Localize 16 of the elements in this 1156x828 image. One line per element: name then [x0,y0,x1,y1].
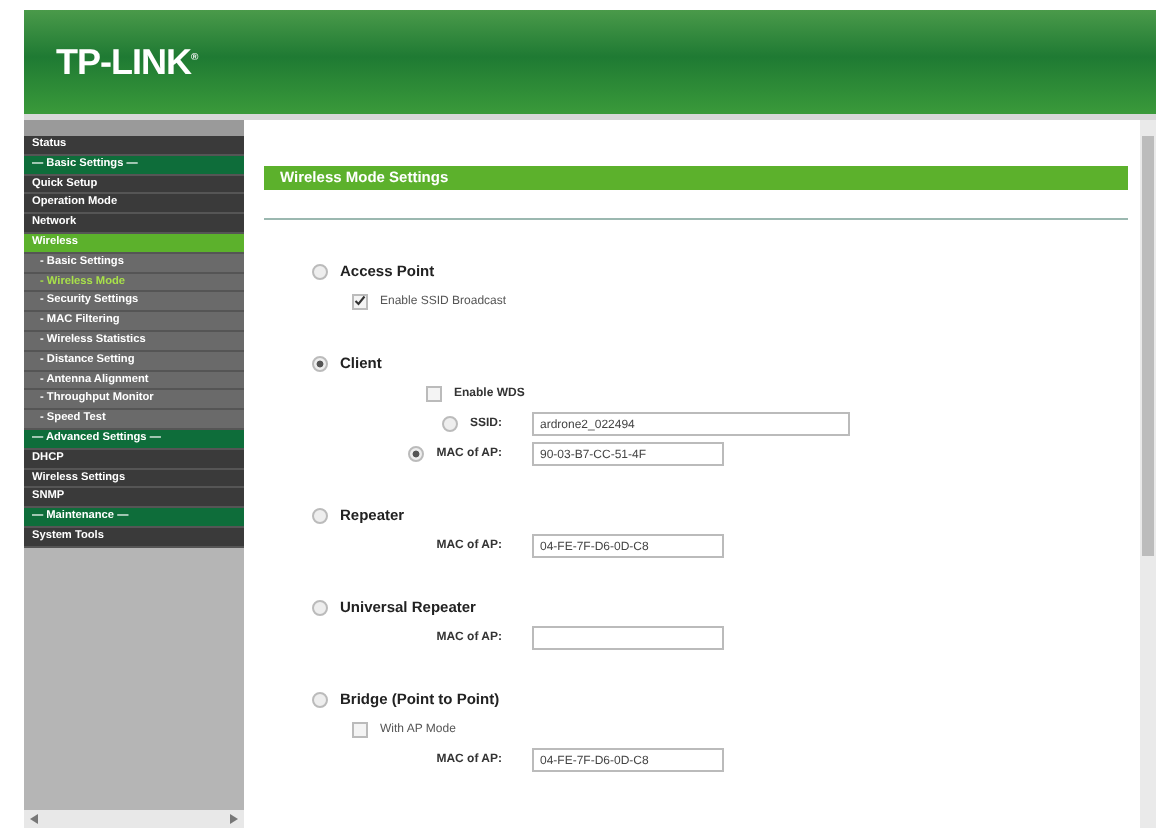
checkbox[interactable] [426,385,442,401]
radio-button[interactable] [312,507,328,523]
radio-button[interactable] [441,415,458,431]
scroll-right-icon[interactable] [230,814,238,824]
vertical-scrollbar[interactable] [1140,120,1156,828]
scroll-left-icon[interactable] [30,814,38,824]
radio-button[interactable] [312,691,328,707]
radio-button[interactable] [408,445,425,461]
horizontal-scrollbar[interactable] [24,810,244,828]
radio-button[interactable] [312,599,328,615]
radio-button[interactable] [312,355,328,371]
checkbox[interactable] [352,293,368,309]
checkbox[interactable] [352,721,368,737]
logo: TP-LINK$^{®}$ [56,41,198,83]
text-field[interactable] [532,625,724,649]
radio-button[interactable] [312,263,328,279]
